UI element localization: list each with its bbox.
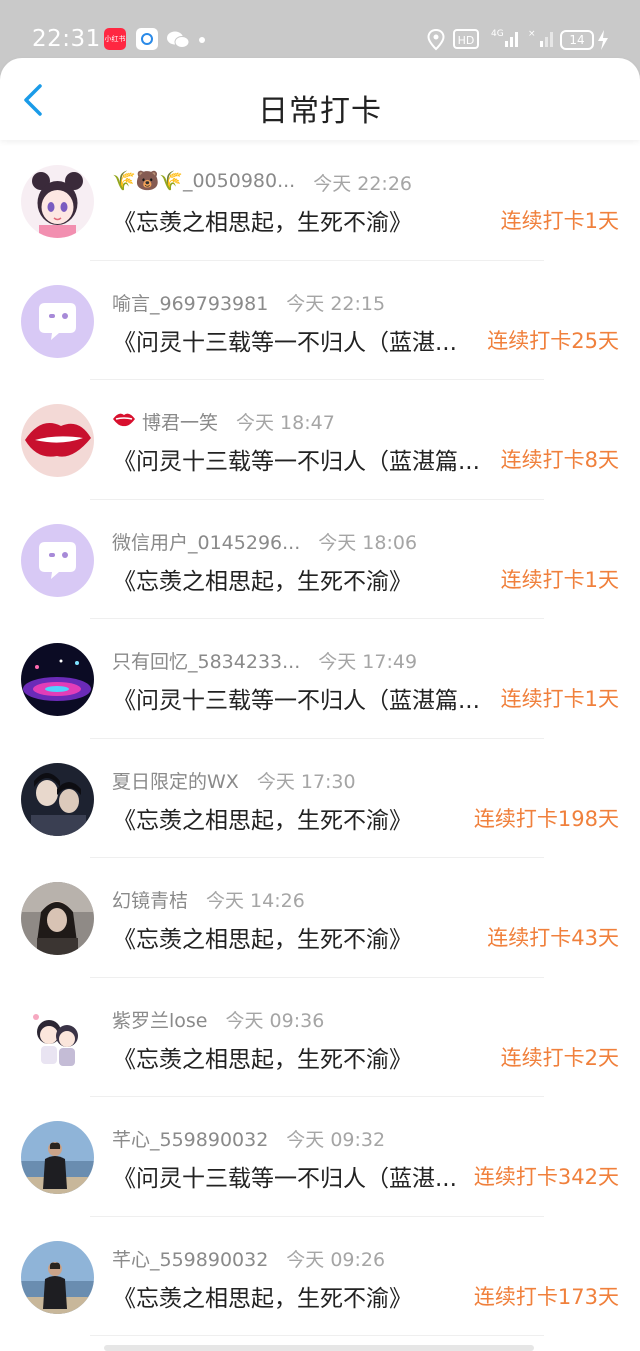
notification-dot-icon [199,37,205,43]
battery-level: 14 [569,33,585,47]
wechat-icon [166,30,190,50]
checkin-time: 今天 18:06 [318,531,418,554]
svg-text:4G: 4G [491,29,504,39]
post-title[interactable]: 《问灵十三载等一不归人（蓝湛篇... [113,681,493,715]
username[interactable]: 喻言_969793981 [112,289,268,316]
checkin-time: 今天 22:26 [313,173,413,195]
post-title[interactable]: 《忘羡之相思起，生死不渝》 [113,1040,493,1074]
checkin-row[interactable]: 芊心_559890032 今天 09:26 《忘羡之相思起，生死不渝》 连续打卡1… [0,1217,640,1337]
checkin-row[interactable]: 紫罗兰lose 今天 09:36 《忘羡之相思起，生死不渝》 连续打卡2天 [0,978,640,1098]
checkin-time: 今天 14:26 [206,890,305,912]
checkin-row[interactable]: 喻言_969793981 今天 22:15 《问灵十三载等一不归人（蓝湛... 连… [0,261,640,381]
checkin-time: 今天 17:49 [318,651,418,673]
streak-label: 连续打卡8天 [500,448,619,472]
username[interactable]: 芊心_559890032 [112,1125,268,1152]
page-title: 日常打卡 [258,94,382,129]
username[interactable]: 紫罗兰lose [112,1006,208,1033]
signal-4g-icon: 4G [491,29,518,47]
checkin-row[interactable]: 只有回忆_5834233... 今天 17:49 《问灵十三载等一不归人（蓝湛篇.… [0,619,640,739]
svg-text:×: × [528,29,536,39]
night-lights-avatar[interactable] [21,643,94,716]
checkin-time: 今天 09:26 [286,1248,386,1271]
chibi-couple-avatar[interactable] [21,1001,94,1075]
streak-label: 连续打卡342天 [473,1165,619,1189]
default-chat-avatar[interactable] [21,284,94,358]
checkin-row[interactable]: 芊心_559890032 今天 09:32 《问灵十三载等一不归人（蓝湛... 连… [0,1097,640,1217]
status-time: 22:31 [32,26,101,52]
navigation-bar: 日常打卡 [0,58,640,140]
checkin-meta: 夏日限定的WX 今天 17:30 [112,767,356,793]
checkin-row[interactable]: 🌾🐻🌾_0050980... 今天 22:26 《忘羡之相思起，生死不渝》 连续打… [0,141,640,261]
checkin-meta: 芊心_559890032 今天 09:26 [112,1245,385,1271]
anime-girl-avatar[interactable] [21,165,94,238]
checkin-meta: 喻言_969793981 今天 22:15 [112,289,385,315]
checkin-time: 今天 22:15 [286,292,386,315]
post-title[interactable]: 《忘羡之相思起，生死不渝》 [113,920,493,954]
username[interactable]: 🌾🐻🌾_0050980... [112,169,295,192]
signal-icon: × [528,29,553,47]
streak-label: 连续打卡1天 [500,209,619,233]
checkin-time: 今天 09:32 [286,1129,386,1151]
default-chat-avatar[interactable] [21,523,94,597]
checkin-meta: 紫罗兰lose 今天 09:36 [112,1006,324,1032]
username[interactable]: 微信用户_0145296... [112,528,300,555]
post-title[interactable]: 《忘羡之相思起，生死不渝》 [113,1279,493,1313]
checkin-row[interactable]: 博君一笑 今天 18:47 《问灵十三载等一不归人（蓝湛篇... 连续打卡8天 [0,380,640,500]
streak-label: 连续打卡198天 [473,806,619,831]
post-title[interactable]: 《问灵十三载等一不归人（蓝湛... [113,1159,493,1193]
seaside-person-avatar[interactable] [21,1240,94,1314]
checkin-row[interactable]: 微信用户_0145296... 今天 18:06 《忘羡之相思起，生死不渝》 连续… [0,500,640,620]
username[interactable]: 夏日限定的WX [112,767,239,794]
checkin-row[interactable]: 幻镜青桔 今天 14:26 《忘羡之相思起，生死不渝》 连续打卡43天 [0,858,640,978]
post-title[interactable]: 《问灵十三载等一不归人（蓝湛篇... [113,442,493,476]
streak-label: 连续打卡1天 [500,567,619,592]
bottom-tab-edge [104,1345,534,1351]
streak-label: 连续打卡1天 [500,687,619,711]
hd-icon: HD [453,29,479,49]
post-title[interactable]: 《忘羡之相思起，生死不渝》 [113,203,493,237]
battery-icon: 14 [560,30,594,50]
checkin-meta: 幻镜青桔 今天 14:26 [112,886,305,912]
username[interactable]: 幻镜青桔 [112,886,188,913]
post-title[interactable]: 《问灵十三载等一不归人（蓝湛... [113,323,493,357]
lips-icon [112,408,136,435]
charging-icon [598,30,608,50]
seaside-person-avatar[interactable] [21,1121,94,1194]
checkin-meta: 🌾🐻🌾_0050980... 今天 22:26 [112,169,412,195]
streak-label: 连续打卡173天 [473,1284,619,1309]
selfie-avatar[interactable] [21,882,94,955]
username[interactable]: 芊心_559890032 [112,1245,268,1272]
checkin-meta: 博君一笑 今天 18:47 [112,408,335,434]
streak-label: 连续打卡2天 [500,1045,619,1070]
checkin-time: 今天 18:47 [236,412,335,434]
checkin-row[interactable]: 夏日限定的WX 今天 17:30 《忘羡之相思起，生死不渝》 连续打卡198天 [0,739,640,859]
checkin-time: 今天 17:30 [256,770,356,793]
post-title[interactable]: 《忘羡之相思起，生死不渝》 [113,562,493,596]
checkin-meta: 芊心_559890032 今天 09:32 [112,1125,385,1151]
checkin-time: 今天 09:36 [225,1009,325,1032]
username[interactable]: 博君一笑 [142,408,218,435]
streak-label: 连续打卡25天 [487,328,619,353]
drama-still-avatar[interactable] [21,762,94,836]
location-icon [427,29,445,51]
browser-icon [136,28,158,50]
username[interactable]: 只有回忆_5834233... [112,647,300,674]
svg-text:HD: HD [458,34,475,47]
checkin-list[interactable]: 🌾🐻🌾_0050980... 今天 22:26 《忘羡之相思起，生死不渝》 连续打… [0,141,640,1336]
post-title[interactable]: 《忘羡之相思起，生死不渝》 [113,801,493,835]
lips-avatar[interactable] [21,404,94,477]
checkin-meta: 微信用户_0145296... 今天 18:06 [112,528,417,554]
checkin-meta: 只有回忆_5834233... 今天 17:49 [112,647,417,673]
xiaohongshu-icon: 小红书 [104,28,126,50]
streak-label: 连续打卡43天 [487,926,619,950]
